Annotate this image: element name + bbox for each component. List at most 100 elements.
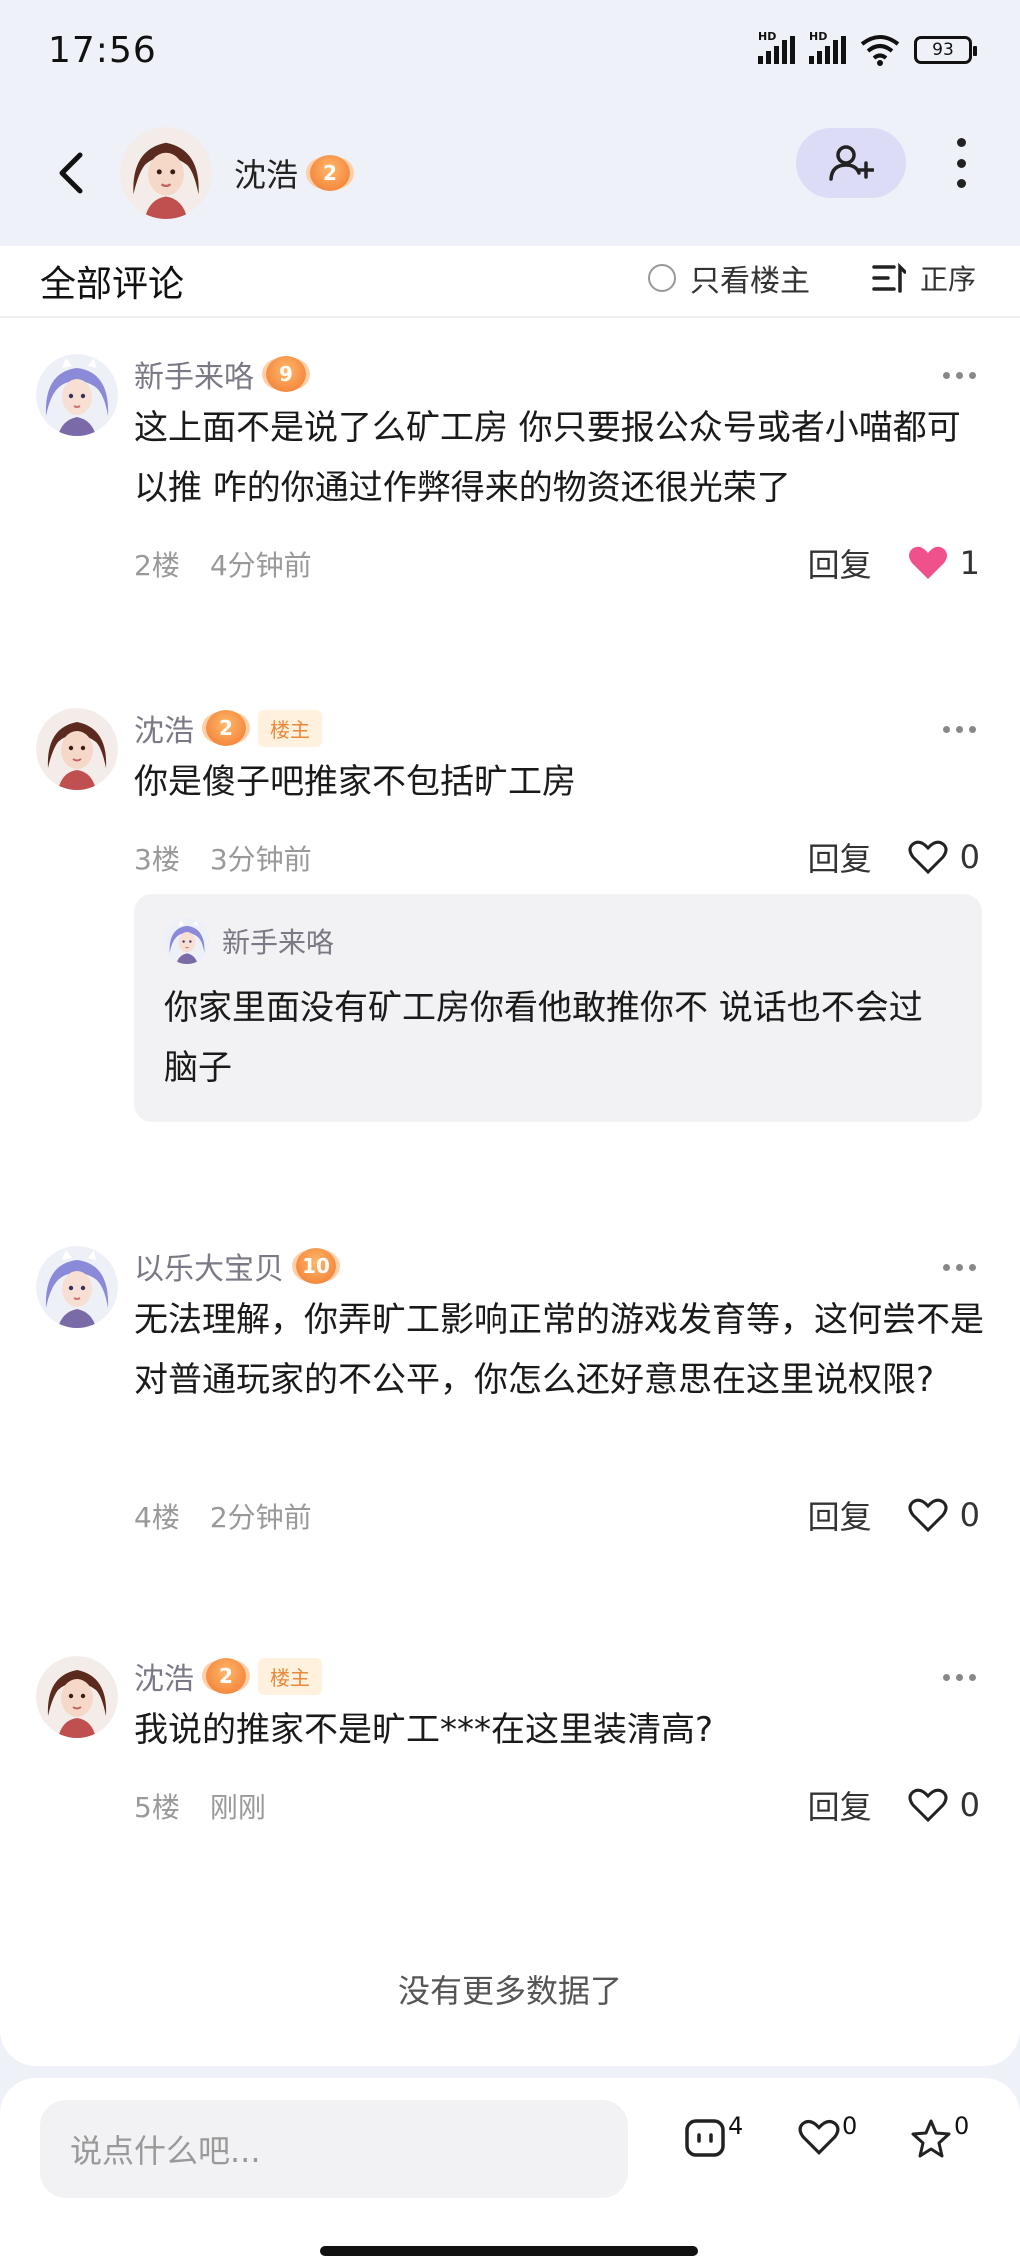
comment-text: 你是傻子吧推家不包括旷工房: [134, 762, 576, 802]
comment-more-button[interactable]: [943, 726, 976, 733]
avatar[interactable]: [36, 354, 118, 436]
battery-icon: 93: [914, 36, 977, 64]
like-button[interactable]: 0: [908, 1786, 980, 1824]
comment-actions: 回复 0: [808, 1492, 980, 1538]
heart-filled-icon: [908, 546, 947, 579]
like-count: 0: [959, 838, 980, 876]
comment-input-placeholder: 说点什么吧...: [70, 2132, 261, 2170]
comment-time: 2分钟前: [209, 1501, 312, 1534]
comment-meta: 3楼 3分钟前: [134, 838, 312, 878]
heart-outline-icon: [798, 2119, 840, 2155]
heart-outline-icon: [908, 840, 948, 875]
heart-outline-icon: [908, 1498, 948, 1533]
top-nav: 沈浩 2: [0, 100, 1020, 246]
comment-input[interactable]: 说点什么吧...: [40, 2100, 628, 2198]
comment-actions: 回复 0: [808, 834, 980, 880]
comment-item: 新手来咯 9 这上面不是说了么矿工房 你只要报公众号或者小喵都可以推 咋的你通过…: [0, 354, 1020, 584]
reply-button[interactable]: 回复: [808, 1492, 872, 1538]
reply-button[interactable]: 回复: [808, 834, 872, 880]
comment-more-button[interactable]: [943, 1674, 976, 1681]
sub-reply-author: 新手来咯: [222, 926, 335, 959]
add-user-icon: [829, 145, 874, 181]
level-badge: 10: [296, 1248, 336, 1284]
radio-icon: [648, 264, 676, 292]
comment-count: 4: [728, 2112, 744, 2140]
back-arrow-icon: [59, 152, 83, 194]
sort-label: 正序: [920, 263, 977, 296]
sub-reply-text: 你家里面没有矿工房你看他敢推你不 说话也不会过脑子: [164, 988, 923, 1088]
comment-meta: 2楼 4分钟前: [134, 544, 312, 584]
level-badge: 2: [206, 1658, 246, 1694]
like-post-button[interactable]: 0: [798, 2112, 857, 2156]
reply-button[interactable]: 回复: [808, 1782, 872, 1828]
comment-count-button[interactable]: 4: [684, 2112, 743, 2158]
owner-tag: 楼主: [258, 1657, 322, 1695]
level-badge: 2: [206, 710, 246, 746]
like-button[interactable]: 0: [908, 1496, 980, 1534]
comment-meta: 5楼 刚刚: [134, 1786, 266, 1826]
favorite-button[interactable]: 0: [910, 2112, 969, 2158]
comment-author-row: 以乐大宝贝 10: [134, 1244, 336, 1288]
avatar[interactable]: [36, 1246, 118, 1328]
more-options-button[interactable]: [948, 138, 974, 188]
comment-floor: 2楼: [134, 549, 180, 582]
battery-level: 93: [932, 40, 954, 60]
comment-floor: 4楼: [134, 1501, 180, 1534]
user-name[interactable]: 沈浩: [234, 150, 298, 196]
comment-author[interactable]: 以乐大宝贝: [134, 1244, 284, 1288]
comment-time: 刚刚: [209, 1791, 266, 1824]
comment-time: 3分钟前: [209, 843, 312, 876]
level-badge: 9: [266, 356, 306, 392]
comment-author-row: 沈浩 2 楼主: [134, 1654, 322, 1698]
comment-author-row: 沈浩 2 楼主: [134, 706, 322, 750]
user-avatar[interactable]: [120, 127, 212, 219]
like-count: 0: [842, 2112, 858, 2140]
no-more-data: 没有更多数据了: [397, 1972, 622, 2010]
home-indicator: [320, 2246, 698, 2256]
sort-icon: [872, 263, 906, 293]
hd-label: HD: [758, 30, 777, 43]
comment-author-row: 新手来咯 9: [134, 352, 306, 396]
wifi-icon: [860, 35, 900, 66]
like-count: 0: [959, 1496, 980, 1534]
comments-header: 全部评论 只看楼主 正序: [0, 246, 1020, 318]
hd-label: HD: [809, 30, 828, 43]
like-button[interactable]: 1: [908, 544, 980, 582]
comment-text: 无法理解，你弄旷工影响正常的游戏发育等，这何尝不是对普通玩家的不公平，你怎么还好…: [134, 1300, 984, 1400]
bottom-bar: 说点什么吧... 4 0 0: [0, 2078, 1020, 2267]
back-button[interactable]: [40, 143, 100, 203]
level-badge: 2: [310, 155, 351, 191]
avatar[interactable]: [36, 708, 118, 790]
comment-icon: [685, 2119, 725, 2157]
comment-more-button[interactable]: [943, 1264, 976, 1271]
reply-button[interactable]: 回复: [808, 540, 872, 586]
status-icons: HD HD 93: [758, 30, 977, 66]
comments-title: 全部评论: [40, 264, 185, 305]
comment-text: 这上面不是说了么矿工房 你只要报公众号或者小喵都可以推 咋的你通过作弊得来的物资…: [134, 408, 961, 508]
sub-reply[interactable]: 新手来咯 你家里面没有矿工房你看他敢推你不 说话也不会过脑子: [134, 894, 982, 1122]
sort-button[interactable]: 正序: [872, 258, 976, 298]
comments-panel: 全部评论 只看楼主 正序 新手来咯 9 这上面不是说了么矿工房 你只要报公众号或…: [0, 246, 1020, 2066]
comment-meta: 4楼 2分钟前: [134, 1496, 312, 1536]
avatar[interactable]: [36, 1656, 118, 1738]
like-count: 1: [959, 544, 980, 582]
owner-tag: 楼主: [258, 709, 322, 747]
like-button[interactable]: 0: [908, 838, 980, 876]
comment-floor: 3楼: [134, 843, 180, 876]
comment-author[interactable]: 新手来咯: [134, 352, 254, 396]
comment-actions: 回复 0: [808, 1782, 980, 1828]
comment-floor: 5楼: [134, 1791, 180, 1824]
like-count: 0: [959, 1786, 980, 1824]
only-owner-toggle[interactable]: 只看楼主: [648, 256, 810, 300]
star-icon: [911, 2119, 951, 2158]
comment-more-button[interactable]: [943, 372, 976, 379]
status-time: 17:56: [48, 29, 157, 71]
comment-actions: 回复 1: [808, 540, 980, 586]
comment-item: 沈浩 2 楼主 你是傻子吧推家不包括旷工房 3楼 3分钟前 回复 0 新手来咯 …: [0, 706, 1020, 1122]
favorite-count: 0: [954, 2112, 970, 2140]
comment-item: 沈浩 2 楼主 我说的推家不是旷工***在这里装清高? 5楼 刚刚 回复 0: [0, 1656, 1020, 1856]
comment-author[interactable]: 沈浩: [134, 1654, 194, 1698]
follow-button[interactable]: [796, 128, 906, 198]
comment-author[interactable]: 沈浩: [134, 706, 194, 750]
comment-time: 4分钟前: [209, 549, 312, 582]
